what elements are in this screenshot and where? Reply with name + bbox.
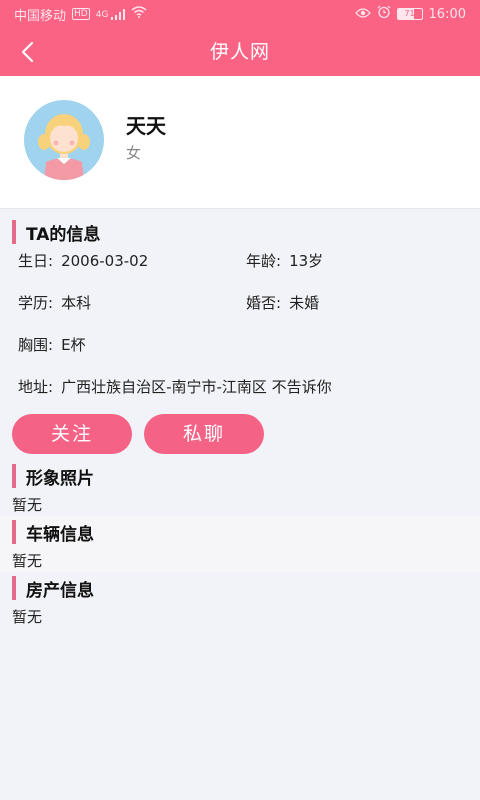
bust-label: 胸围: [18,336,54,354]
marital-value: 未婚 [289,294,320,312]
birthday-row: 生日: 2006-03-02 [18,250,148,271]
birthday-value: 2006-03-02 [61,252,149,270]
signal-icon: 4G [96,8,126,20]
age-label: 年龄: [246,252,282,270]
section-title-property: 房产信息 [26,580,94,601]
education-value: 本科 [61,294,92,312]
section-bar [12,220,16,244]
address-label: 地址: [18,378,54,396]
age-value: 13岁 [289,252,324,270]
nav-bar: 伊人网 [0,28,480,76]
clock-text: 16:00 [428,6,466,22]
status-bar: 中国移动 HD 4G 71 16:00 [0,0,480,28]
section-photos: 形象照片 [12,464,94,489]
section-bar [12,576,16,600]
age-row: 年龄: 13岁 [246,250,323,271]
section-vehicle: 车辆信息 [12,520,94,545]
profile-name: 天天 [126,114,166,138]
section-title-photos: 形象照片 [26,468,94,489]
page-title: 伊人网 [209,41,270,63]
profile-gender: 女 [126,144,142,162]
section-property: 房产信息 [12,576,94,601]
eye-icon [354,7,371,22]
section-ta-info: TA的信息 [12,220,101,245]
bust-value: E杯 [61,336,86,354]
wifi-icon [131,6,147,22]
battery-icon: 71 [396,8,423,20]
section-title-vehicle: 车辆信息 [26,524,94,545]
address-row: 地址: 广西壮族自治区-南宁市-江南区 不告诉你 [18,376,332,397]
photos-value: 暂无 [12,496,43,514]
chat-button[interactable]: 私聊 [144,414,264,454]
bust-row: 胸围: E杯 [18,334,86,355]
birthday-label: 生日: [18,252,54,270]
vehicle-value: 暂无 [12,552,43,570]
avatar-girl-icon [24,100,104,180]
carrier-text: 中国移动 [14,8,67,24]
alarm-icon [377,5,391,23]
section-bar [12,464,16,488]
follow-button[interactable]: 关注 [12,414,132,454]
education-row: 学历: 本科 [18,292,91,313]
marital-label: 婚否: [246,294,282,312]
hd-badge: HD [72,8,90,20]
profile-card: 天天 女 [0,76,480,209]
education-label: 学历: [18,294,54,312]
section-title-ta-info: TA的信息 [26,224,101,245]
property-value: 暂无 [12,608,43,626]
address-value: 广西壮族自治区-南宁市-江南区 不告诉你 [61,378,332,396]
marital-row: 婚否: 未婚 [246,292,319,313]
avatar[interactable] [24,100,104,180]
section-bar [12,520,16,544]
